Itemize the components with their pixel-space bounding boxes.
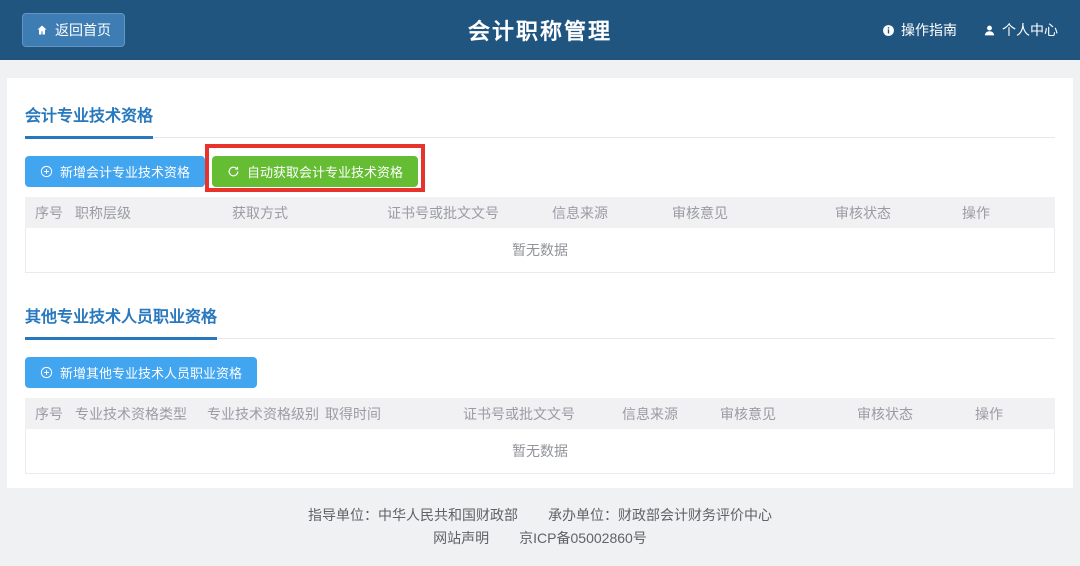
back-home-button[interactable]: 返回首页	[22, 13, 125, 47]
accounting-qualification-empty-state: 暂无数据	[25, 228, 1055, 273]
operation-guide-label: 操作指南	[901, 20, 957, 40]
column-header: 信息来源	[622, 404, 720, 424]
column-header: 操作	[975, 404, 1055, 424]
header-links: 操作指南 个人中心	[882, 20, 1058, 40]
icp-record-link[interactable]: 京ICP备05002860号	[519, 530, 647, 546]
user-icon	[983, 24, 996, 37]
column-header: 证书号或批文文号	[463, 404, 622, 424]
page-footer: 指导单位：中华人民共和国财政部 承办单位：财政部会计财务评价中心 网站声明 京ICP…	[0, 504, 1080, 550]
info-circle-icon	[882, 24, 895, 37]
personal-center-label: 个人中心	[1002, 20, 1058, 40]
column-header: 审核意见	[720, 404, 857, 424]
operation-guide-link[interactable]: 操作指南	[882, 20, 957, 40]
column-header: 审核状态	[835, 203, 962, 223]
accounting-qualification-table-header: 序号 职称层级 获取方式 证书号或批文文号 信息来源 审核意见 审核状态 操作	[25, 197, 1055, 228]
column-header: 职称层级	[75, 203, 232, 223]
back-home-label: 返回首页	[55, 20, 111, 40]
column-header: 取得时间	[325, 404, 463, 424]
section2-title: 其他专业技术人员职业资格	[25, 303, 217, 340]
section2: 其他专业技术人员职业资格 新增其他专业技术人员职业资格 序号 专业技术资格类型 …	[25, 303, 1055, 474]
column-header: 专业技术资格类型	[75, 404, 207, 424]
other-qualification-table: 序号 专业技术资格类型 专业技术资格级别 取得时间 证书号或批文文号 信息来源 …	[25, 398, 1055, 474]
add-accounting-qualification-label: 新增会计专业技术资格	[60, 162, 190, 181]
other-qualification-table-header: 序号 专业技术资格类型 专业技术资格级别 取得时间 证书号或批文文号 信息来源 …	[25, 398, 1055, 429]
column-header: 序号	[35, 404, 75, 424]
footer-host-unit: 承办单位：财政部会计财务评价中心	[548, 507, 772, 523]
auto-fetch-accounting-qualification-button[interactable]: 自动获取会计专业技术资格	[212, 156, 418, 187]
column-header: 专业技术资格级别	[207, 404, 325, 424]
footer-guide-unit: 指导单位：中华人民共和国财政部	[308, 507, 518, 523]
section1-header: 会计专业技术资格	[25, 102, 1055, 138]
add-other-qualification-label: 新增其他专业技术人员职业资格	[60, 363, 242, 382]
top-header-bar: 返回首页 会计职称管理 操作指南 个人中心	[0, 0, 1080, 60]
section2-header: 其他专业技术人员职业资格	[25, 303, 1055, 339]
site-statement-link[interactable]: 网站声明	[433, 530, 489, 546]
auto-fetch-accounting-qualification-label: 自动获取会计专业技术资格	[247, 162, 403, 181]
column-header: 证书号或批文文号	[387, 203, 552, 223]
plus-circle-icon	[40, 366, 53, 379]
refresh-icon	[227, 165, 240, 178]
column-header: 获取方式	[232, 203, 387, 223]
other-qualification-empty-state: 暂无数据	[25, 429, 1055, 474]
main-content-panel: 会计专业技术资格 新增会计专业技术资格 自动获取会计专业技术资格 序号 职称层级…	[7, 78, 1073, 488]
add-accounting-qualification-button[interactable]: 新增会计专业技术资格	[25, 156, 205, 187]
column-header: 序号	[35, 203, 75, 223]
footer-links-line: 网站声明 京ICP备05002860号	[0, 527, 1080, 550]
section2-button-row: 新增其他专业技术人员职业资格	[25, 357, 1055, 388]
column-header: 审核意见	[672, 203, 835, 223]
plus-circle-icon	[40, 165, 53, 178]
personal-center-link[interactable]: 个人中心	[983, 20, 1058, 40]
accounting-qualification-table: 序号 职称层级 获取方式 证书号或批文文号 信息来源 审核意见 审核状态 操作 …	[25, 197, 1055, 273]
section1-button-row: 新增会计专业技术资格 自动获取会计专业技术资格	[25, 156, 1055, 187]
column-header: 审核状态	[857, 404, 975, 424]
footer-units-line: 指导单位：中华人民共和国财政部 承办单位：财政部会计财务评价中心	[0, 504, 1080, 527]
column-header: 信息来源	[552, 203, 672, 223]
auto-fetch-wrapper: 自动获取会计专业技术资格	[212, 156, 418, 187]
add-other-qualification-button[interactable]: 新增其他专业技术人员职业资格	[25, 357, 257, 388]
section1-title: 会计专业技术资格	[25, 102, 153, 139]
column-header: 操作	[962, 203, 1055, 223]
home-icon	[36, 24, 48, 36]
